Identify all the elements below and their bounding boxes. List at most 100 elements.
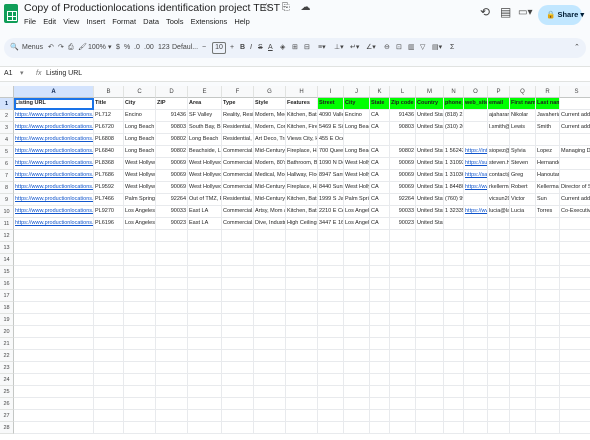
table-cell[interactable] xyxy=(444,422,464,434)
header-cell[interactable]: web_site xyxy=(464,98,488,110)
table-cell[interactable]: Current address xyxy=(560,110,590,122)
table-cell[interactable]: Dive, Industrial xyxy=(254,218,286,230)
table-cell[interactable]: Residential, Buil xyxy=(222,134,254,146)
table-cell[interactable] xyxy=(124,338,156,350)
table-cell[interactable] xyxy=(416,134,444,146)
header-cell[interactable]: City xyxy=(124,98,156,110)
table-cell[interactable] xyxy=(370,314,390,326)
table-cell[interactable] xyxy=(94,290,124,302)
select-all-corner[interactable] xyxy=(0,86,14,98)
table-cell[interactable] xyxy=(318,386,344,398)
table-cell[interactable]: siopez@hc xyxy=(488,146,510,158)
table-cell[interactable] xyxy=(286,290,318,302)
table-cell[interactable] xyxy=(156,242,188,254)
table-cell[interactable] xyxy=(254,302,286,314)
table-cell[interactable]: Kitchen, Bathroc xyxy=(286,110,318,122)
table-cell[interactable] xyxy=(318,398,344,410)
table-cell[interactable] xyxy=(94,278,124,290)
table-cell[interactable] xyxy=(444,338,464,350)
table-cell[interactable] xyxy=(416,278,444,290)
print-icon[interactable]: ⎙ xyxy=(68,38,74,58)
table-cell[interactable]: ajaharariar xyxy=(488,110,510,122)
table-cell[interactable] xyxy=(464,218,488,230)
table-cell[interactable]: Greg xyxy=(510,170,536,182)
table-cell[interactable] xyxy=(124,398,156,410)
row-header[interactable]: 25 xyxy=(0,386,14,398)
table-cell[interactable] xyxy=(14,254,94,266)
table-cell[interactable]: https://www. xyxy=(464,206,488,218)
table-cell[interactable]: PL7686 xyxy=(94,170,124,182)
table-cell[interactable] xyxy=(536,266,560,278)
table-cell[interactable]: 90023 xyxy=(390,218,416,230)
table-cell[interactable] xyxy=(510,242,536,254)
table-cell[interactable] xyxy=(286,410,318,422)
redo-icon[interactable]: ↷ xyxy=(58,38,64,58)
table-cell[interactable]: lucia@lash xyxy=(488,206,510,218)
table-cell[interactable] xyxy=(188,338,222,350)
table-cell[interactable]: Fireplace, Hallw xyxy=(286,182,318,194)
table-cell[interactable] xyxy=(488,338,510,350)
table-cell[interactable] xyxy=(254,374,286,386)
table-cell[interactable] xyxy=(560,422,590,434)
column-header-n[interactable]: N xyxy=(444,86,464,98)
decrease-decimal-button[interactable]: .0 xyxy=(134,38,140,58)
table-cell[interactable]: Current address xyxy=(560,122,590,134)
table-cell[interactable]: Beachside, Long xyxy=(188,146,222,158)
table-cell[interactable] xyxy=(222,242,254,254)
table-cell[interactable] xyxy=(488,362,510,374)
table-cell[interactable] xyxy=(286,230,318,242)
header-cell[interactable]: Last name xyxy=(536,98,560,110)
table-cell[interactable] xyxy=(488,254,510,266)
table-cell[interactable] xyxy=(464,254,488,266)
column-header-p[interactable]: P xyxy=(488,86,510,98)
table-cell[interactable] xyxy=(188,350,222,362)
table-cell[interactable]: vicsun2005 xyxy=(488,194,510,206)
table-cell[interactable] xyxy=(254,254,286,266)
table-cell[interactable] xyxy=(510,314,536,326)
table-cell[interactable] xyxy=(188,314,222,326)
table-cell[interactable]: United States xyxy=(416,170,444,182)
table-cell[interactable]: 92264 xyxy=(156,194,188,206)
table-cell[interactable] xyxy=(14,278,94,290)
table-cell[interactable] xyxy=(560,254,590,266)
table-cell[interactable]: 1 3233526 xyxy=(444,206,464,218)
table-cell[interactable] xyxy=(444,314,464,326)
table-cell[interactable] xyxy=(536,362,560,374)
table-cell[interactable]: West Holly xyxy=(344,158,370,170)
table-cell[interactable] xyxy=(390,338,416,350)
table-cell[interactable]: CA xyxy=(370,170,390,182)
table-cell[interactable] xyxy=(416,266,444,278)
table-cell[interactable] xyxy=(286,266,318,278)
table-cell[interactable] xyxy=(344,338,370,350)
table-cell[interactable] xyxy=(254,350,286,362)
menu-format[interactable]: Format xyxy=(112,17,136,26)
table-cell[interactable]: PL6840 xyxy=(94,146,124,158)
table-cell[interactable]: PL7466 xyxy=(94,194,124,206)
table-cell[interactable] xyxy=(318,422,344,434)
table-cell[interactable] xyxy=(344,326,370,338)
table-cell[interactable] xyxy=(14,362,94,374)
table-cell[interactable] xyxy=(536,410,560,422)
table-cell[interactable] xyxy=(222,230,254,242)
table-cell[interactable] xyxy=(560,218,590,230)
menus-search[interactable]: Menus xyxy=(22,38,43,58)
merge-cells-icon[interactable]: ⊟ xyxy=(304,38,310,58)
table-cell[interactable] xyxy=(14,326,94,338)
table-cell[interactable] xyxy=(390,242,416,254)
increase-font-button[interactable]: + xyxy=(230,38,234,58)
row-header[interactable]: 18 xyxy=(0,302,14,314)
table-cell[interactable] xyxy=(536,338,560,350)
table-cell[interactable]: Commercial, Re xyxy=(222,170,254,182)
table-cell[interactable] xyxy=(488,302,510,314)
row-header[interactable]: 10 xyxy=(0,206,14,218)
table-cell[interactable] xyxy=(390,134,416,146)
table-cell[interactable] xyxy=(416,398,444,410)
table-cell[interactable]: https://www.productionlocations.com/loca… xyxy=(14,206,94,218)
table-cell[interactable]: Kitchen, Fireplac xyxy=(286,122,318,134)
table-cell[interactable] xyxy=(560,338,590,350)
table-cell[interactable] xyxy=(318,302,344,314)
table-cell[interactable]: https://www.productionlocations.com/loca… xyxy=(14,122,94,134)
table-cell[interactable]: https://sawa xyxy=(464,170,488,182)
header-cell[interactable]: Country xyxy=(416,98,444,110)
table-cell[interactable] xyxy=(488,218,510,230)
